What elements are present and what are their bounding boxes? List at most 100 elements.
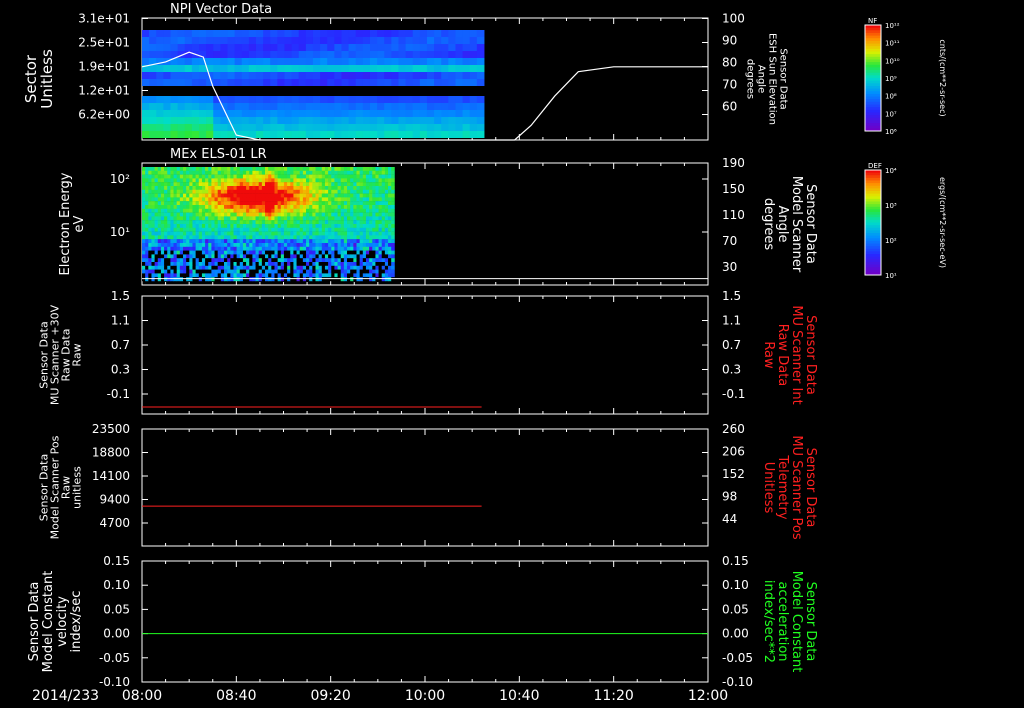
heatmap-cell-els bbox=[265, 197, 269, 202]
heatmap-cell-els bbox=[312, 227, 316, 232]
heatmap-cell-npi bbox=[270, 30, 278, 37]
heatmap-cell-els bbox=[157, 235, 162, 240]
heatmap-cell-els bbox=[293, 239, 297, 244]
heatmap-cell-els bbox=[274, 224, 279, 228]
heatmap-cell-els bbox=[375, 258, 379, 263]
heatmap-cell-els bbox=[347, 243, 351, 247]
heatmap-cell-els bbox=[265, 201, 269, 206]
heatmap-cell-els bbox=[176, 178, 181, 183]
heatmap-cell-els bbox=[287, 220, 291, 225]
heatmap-cell-npi bbox=[469, 131, 478, 138]
heatmap-cell-els bbox=[258, 197, 263, 202]
right-axis-label: Sensor DataMU Scanner IntRaw DataRaw bbox=[761, 305, 818, 404]
heatmap-cell-els bbox=[246, 174, 250, 179]
heatmap-cell-els bbox=[296, 235, 301, 240]
heatmap-cell-npi bbox=[448, 110, 456, 117]
heatmap-cell-els bbox=[167, 265, 171, 270]
heatmap-cell-npi bbox=[362, 131, 371, 138]
heatmap-cell-els bbox=[388, 269, 392, 274]
heatmap-cell-els bbox=[318, 212, 323, 217]
heatmap-cell-npi bbox=[263, 103, 271, 110]
heatmap-cell-els bbox=[268, 250, 272, 255]
heatmap-cell-els bbox=[239, 186, 244, 190]
heatmap-cell-els bbox=[233, 258, 238, 263]
heatmap-cell-els bbox=[283, 193, 288, 198]
heatmap-cell-npi bbox=[419, 30, 428, 37]
heatmap-cell-npi bbox=[312, 30, 321, 37]
heatmap-cell-els bbox=[372, 170, 376, 175]
heatmap-cell-els bbox=[192, 262, 197, 266]
heatmap-cell-els bbox=[242, 212, 247, 217]
heatmap-cell-els bbox=[189, 208, 193, 213]
y-tick-label-right: 1.5 bbox=[722, 289, 741, 303]
heatmap-cell-els bbox=[246, 197, 250, 202]
heatmap-cell-els bbox=[151, 243, 156, 247]
heatmap-cell-npi bbox=[163, 30, 171, 37]
heatmap-cell-npi bbox=[412, 37, 421, 44]
heatmap-cell-els bbox=[227, 277, 231, 282]
heatmap-cell-npi bbox=[291, 30, 300, 37]
heatmap-cell-els bbox=[287, 182, 291, 187]
heatmap-cell-npi bbox=[341, 96, 350, 103]
heatmap-cell-els bbox=[299, 239, 304, 244]
heatmap-cell-els bbox=[151, 220, 156, 225]
heatmap-cell-els bbox=[378, 273, 383, 278]
heatmap-cell-els bbox=[255, 170, 260, 175]
heatmap-cell-els bbox=[164, 201, 168, 206]
y-tick-label-left: -0.10 bbox=[99, 675, 130, 689]
heatmap-cell-els bbox=[217, 174, 222, 179]
heatmap-cell-npi bbox=[312, 79, 321, 86]
heatmap-cell-els bbox=[268, 262, 272, 266]
heatmap-cell-els bbox=[164, 224, 168, 228]
heatmap-cell-npi bbox=[248, 58, 257, 65]
heatmap-cell-els bbox=[280, 243, 285, 247]
heatmap-cell-npi bbox=[142, 58, 150, 65]
heatmap-cell-npi bbox=[284, 58, 293, 65]
heatmap-cell-npi bbox=[462, 37, 471, 44]
heatmap-cell-npi bbox=[206, 110, 214, 117]
heatmap-cell-npi bbox=[248, 117, 257, 124]
heatmap-cell-npi bbox=[277, 58, 285, 65]
heatmap-cell-els bbox=[224, 170, 228, 175]
heatmap-cell-els bbox=[378, 193, 383, 198]
heatmap-cell-els bbox=[189, 205, 193, 209]
heatmap-cell-els bbox=[170, 258, 174, 263]
heatmap-cell-els bbox=[362, 189, 367, 194]
heatmap-cell-els bbox=[381, 250, 386, 255]
colorbar-nf-unit: cnts/(cm**2-sr-sec) bbox=[938, 39, 947, 116]
heatmap-cell-els bbox=[236, 201, 241, 206]
heatmap-cell-els bbox=[224, 186, 228, 190]
heatmap-cell-els bbox=[384, 258, 389, 263]
heatmap-cell-els bbox=[359, 201, 364, 206]
heatmap-cell-els bbox=[164, 186, 168, 190]
heatmap-cell-els bbox=[236, 186, 241, 190]
heatmap-cell-els bbox=[280, 254, 285, 259]
heatmap-cell-els bbox=[252, 239, 256, 244]
heatmap-cell-els bbox=[321, 216, 326, 221]
heatmap-cell-npi bbox=[142, 103, 150, 110]
heatmap-cell-els bbox=[214, 262, 219, 266]
heatmap-cell-els bbox=[214, 167, 219, 171]
heatmap-cell-els bbox=[249, 273, 253, 278]
heatmap-cell-els bbox=[201, 258, 206, 263]
heatmap-cell-els bbox=[151, 246, 156, 251]
heatmap-cell-npi bbox=[312, 44, 321, 51]
heatmap-cell-els bbox=[157, 182, 162, 187]
heatmap-cell-els bbox=[205, 239, 209, 244]
heatmap-cell-els bbox=[176, 201, 181, 206]
heatmap-cell-els bbox=[142, 216, 146, 221]
heatmap-cell-els bbox=[356, 262, 361, 266]
heatmap-cell-npi bbox=[462, 30, 471, 37]
heatmap-cell-els bbox=[302, 250, 307, 255]
heatmap-cell-els bbox=[302, 273, 307, 278]
heatmap-cell-els bbox=[324, 235, 329, 240]
heatmap-cell-npi bbox=[227, 30, 236, 37]
heatmap-cell-npi bbox=[419, 96, 428, 103]
heatmap-cell-npi bbox=[255, 110, 264, 117]
heatmap-cell-els bbox=[214, 239, 219, 244]
heatmap-cell-els bbox=[302, 212, 307, 217]
heatmap-cell-els bbox=[205, 246, 209, 251]
heatmap-cell-els bbox=[170, 178, 174, 183]
heatmap-cell-els bbox=[224, 193, 228, 198]
heatmap-cell-els bbox=[246, 205, 250, 209]
